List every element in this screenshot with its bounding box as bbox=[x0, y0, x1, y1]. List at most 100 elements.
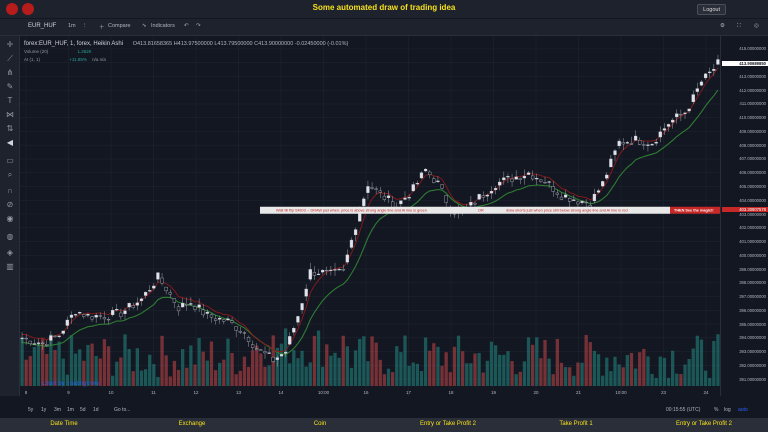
range-button-1d[interactable]: 1d bbox=[93, 407, 99, 413]
candle-body bbox=[106, 319, 111, 321]
indicators-button[interactable]: Indicators bbox=[151, 23, 175, 29]
trendline-icon[interactable]: ⟋ bbox=[4, 54, 16, 64]
pattern-icon[interactable]: ⋈ bbox=[4, 110, 16, 120]
interval-selector[interactable]: 1m bbox=[68, 23, 76, 29]
pitchfork-icon[interactable]: ⋔ bbox=[4, 68, 16, 78]
auto-toggle[interactable]: auto bbox=[738, 407, 748, 413]
candle-body bbox=[531, 175, 535, 180]
range-button-3m[interactable]: 3m bbox=[54, 407, 61, 413]
text-icon[interactable]: T bbox=[4, 96, 16, 106]
layers-icon[interactable]: ◈ bbox=[4, 248, 16, 258]
candle-body bbox=[473, 203, 477, 205]
volume-bar bbox=[90, 343, 94, 386]
volume-bar bbox=[218, 362, 222, 386]
volume-bar bbox=[374, 342, 378, 386]
annotation-text-2: OR bbox=[478, 209, 484, 213]
candle-body bbox=[73, 314, 78, 316]
price-axis-label: 393.00000000 bbox=[739, 349, 766, 355]
time-axis-label: 16 bbox=[363, 390, 369, 395]
price-axis-label: 406.00000000 bbox=[739, 170, 766, 176]
screenshot-icon[interactable]: ◎ bbox=[754, 23, 759, 29]
volume-bar bbox=[292, 350, 296, 386]
candle-body bbox=[209, 314, 214, 318]
undo-icon[interactable]: ↶ bbox=[184, 23, 189, 29]
volume-bar bbox=[251, 350, 255, 386]
brush-icon[interactable]: ✎ bbox=[4, 82, 16, 92]
range-button-5d[interactable]: 5d bbox=[80, 407, 86, 413]
footer-bar: Date Time Exchange Coin Entry or Take Profi… bbox=[0, 418, 768, 432]
bottom-toolbar: 5y 1y 3m 1m 5d 1d Go to... 00:15:55 (UTC)% log au… bbox=[20, 405, 768, 417]
lock-icon[interactable]: ⊘ bbox=[4, 200, 16, 210]
time-axis-label: 20 bbox=[533, 390, 539, 395]
compare-button[interactable]: Compare bbox=[108, 23, 131, 29]
volume-bar bbox=[333, 352, 337, 386]
time-axis-label: 8 bbox=[25, 390, 28, 395]
volume-bar bbox=[119, 357, 123, 386]
volume-bar bbox=[555, 338, 559, 386]
price-axis[interactable]: 415.00000000414.00000000413.00000000412.… bbox=[720, 36, 768, 396]
candle-body bbox=[131, 305, 135, 308]
price-axis-label: 407.00000000 bbox=[739, 156, 766, 162]
tradingview-watermark: Chart by TradingView bbox=[42, 381, 100, 387]
volume-bar bbox=[275, 347, 279, 386]
logout-button[interactable]: Logout bbox=[697, 4, 726, 15]
volume-bar bbox=[308, 362, 312, 386]
range-button-1m[interactable]: 1m bbox=[67, 407, 74, 413]
volume-bar bbox=[671, 350, 675, 386]
legend-volume-label[interactable]: Volume (20) bbox=[24, 49, 48, 54]
goto-button[interactable]: Go to... bbox=[114, 407, 130, 413]
fullscreen-icon[interactable]: ⛶ bbox=[737, 23, 741, 30]
range-button-5y[interactable]: 5y bbox=[28, 407, 33, 413]
legend-ai-label[interactable]: AI (1, 1) bbox=[24, 57, 40, 62]
time-axis-label: 10 bbox=[108, 390, 114, 395]
volume-bar bbox=[395, 346, 399, 386]
trash-icon[interactable]: ▥ bbox=[4, 262, 16, 272]
price-axis-label: 403.00000000 bbox=[739, 211, 766, 217]
candle-body bbox=[366, 186, 370, 193]
time-axis-label: 9 bbox=[67, 390, 70, 395]
volume-bar bbox=[205, 360, 209, 386]
price-chart[interactable]: Wait till flip SMO3 -- DRAW just when: p… bbox=[20, 36, 720, 396]
candle-body bbox=[378, 190, 382, 193]
settings-icon[interactable]: ⚙ bbox=[720, 23, 725, 29]
volume-bar bbox=[489, 341, 494, 386]
measure-icon[interactable]: ▭ bbox=[4, 156, 16, 166]
volume-bar bbox=[391, 372, 395, 386]
volume-bar bbox=[135, 348, 139, 386]
range-button-1y[interactable]: 1y bbox=[41, 407, 46, 413]
volume-bar bbox=[403, 335, 407, 386]
candle-body bbox=[703, 73, 708, 79]
redo-icon[interactable]: ↷ bbox=[196, 23, 201, 29]
volume-bar bbox=[213, 370, 218, 386]
hide-icon[interactable]: ◉ bbox=[4, 214, 16, 224]
volume-bar bbox=[193, 364, 197, 386]
price-axis-label: 405.00000000 bbox=[739, 183, 766, 189]
back-icon[interactable]: ◀ bbox=[4, 138, 16, 148]
candle-body bbox=[633, 135, 638, 141]
candle-body bbox=[300, 303, 304, 311]
candle-body bbox=[288, 336, 292, 345]
indicators-icon[interactable]: ∿ bbox=[142, 23, 147, 29]
log-toggle[interactable]: log bbox=[724, 407, 731, 413]
candle-body bbox=[152, 285, 156, 289]
eye-icon[interactable]: ◍ bbox=[4, 232, 16, 242]
chart-pane[interactable]: Wait till flip SMO3 -- DRAW just when: p… bbox=[20, 36, 720, 396]
zoom-icon[interactable]: ⌕ bbox=[4, 170, 16, 180]
price-axis-label: 398.00000000 bbox=[739, 280, 766, 286]
chart-style-icon[interactable]: ⫶ bbox=[84, 23, 85, 30]
candle-body bbox=[415, 183, 419, 185]
time-axis-label: 19 bbox=[491, 390, 497, 395]
candle-body bbox=[584, 201, 588, 204]
volume-bar bbox=[531, 344, 535, 386]
symbol-search[interactable]: EUR_HUF bbox=[28, 23, 56, 29]
compare-icon[interactable]: ＋ bbox=[99, 23, 105, 31]
volume-bar bbox=[444, 352, 448, 386]
volume-bar bbox=[662, 357, 667, 386]
candle-body bbox=[592, 193, 597, 202]
magnet-icon[interactable]: ∩ bbox=[4, 186, 16, 196]
volume-bar bbox=[156, 377, 160, 386]
percent-toggle[interactable]: % bbox=[714, 407, 718, 413]
crosshair-icon[interactable]: ✛ bbox=[4, 40, 16, 50]
prediction-icon[interactable]: ⇅ bbox=[4, 124, 16, 134]
legend-symbol[interactable]: forex:EUR_HUF, 1, forex, Heikin Ashi bbox=[24, 41, 123, 47]
